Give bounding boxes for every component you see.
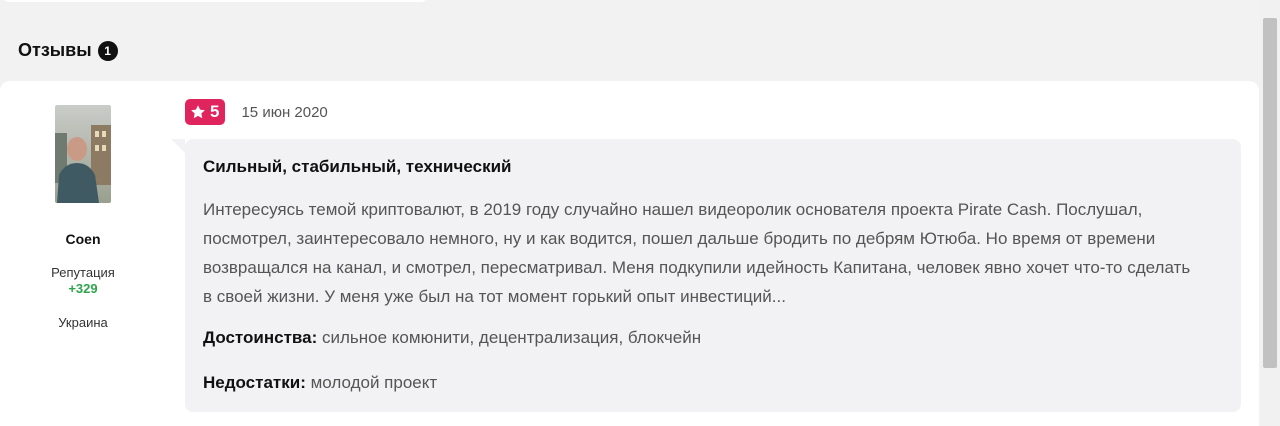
cons-text: молодой проект — [310, 373, 438, 392]
review-body: Сильный, стабильный, технический Интерес… — [171, 139, 1241, 412]
star-icon — [191, 105, 205, 119]
author-name[interactable]: Coen — [0, 231, 166, 247]
pros-text: сильное комюнити, децентрализация, блокч… — [322, 328, 702, 347]
author-country: Украина — [58, 315, 108, 330]
review-count-badge: 1 — [97, 40, 118, 61]
scrollbar-thumb[interactable] — [1263, 18, 1277, 368]
previous-card-edge — [0, 0, 430, 2]
review-pros: Достоинства: сильное комюнити, децентрал… — [203, 327, 1223, 349]
review-author: Coen Репутация +329 Украина — [0, 105, 166, 330]
review-card: Coen Репутация +329 Украина 5 15 июн 202… — [0, 81, 1259, 426]
rating-row: 5 15 июн 2020 — [185, 99, 328, 125]
review-cons: Недостатки: молодой проект — [203, 372, 1223, 394]
rating-value: 5 — [210, 102, 220, 121]
cons-label: Недостатки: — [203, 373, 306, 392]
reputation-value: +329 — [68, 281, 98, 296]
reviews-header: Отзывы 1 — [18, 40, 118, 61]
pros-label: Достоинства: — [203, 328, 318, 347]
reputation-label: Репутация — [51, 265, 115, 280]
review-date: 15 июн 2020 — [241, 103, 328, 121]
scrollbar[interactable] — [1260, 0, 1280, 426]
review-text: Интересуясь темой криптовалют, в 2019 го… — [203, 200, 1191, 306]
review-title: Сильный, стабильный, технический — [203, 157, 512, 176]
section-title: Отзывы — [18, 40, 92, 60]
rating-badge: 5 — [185, 99, 226, 125]
avatar[interactable] — [55, 105, 111, 203]
